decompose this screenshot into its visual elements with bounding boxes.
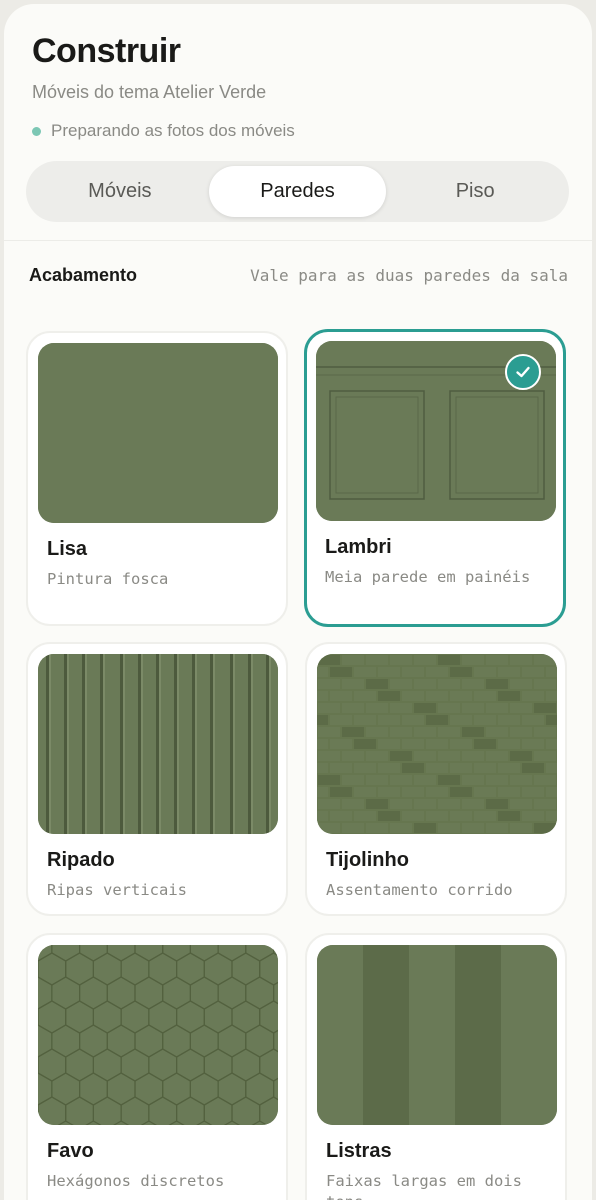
finish-thumbnail-slats	[38, 654, 278, 834]
finish-card-listras[interactable]: Listras Faixas largas em dois tons	[305, 933, 567, 1200]
finish-description: Assentamento corrido	[326, 881, 513, 899]
finish-card-tijolinho[interactable]: Tijolinho Assentamento corrido	[305, 642, 567, 916]
finish-description: Pintura fosca	[47, 570, 169, 588]
finish-card-lambri[interactable]: Lambri Meia parede em painéis	[304, 329, 566, 627]
build-sheet: Construir Móveis do tema Atelier Verde P…	[4, 4, 592, 1200]
finish-description: Meia parede em painéis	[325, 568, 531, 586]
finish-name: Lisa	[47, 538, 88, 560]
finish-description: Hexágonos discretos	[47, 1172, 225, 1190]
finish-thumbnail-plain	[38, 343, 278, 523]
finish-thumbnail-brick	[317, 654, 557, 834]
finish-card-favo[interactable]: Favo Hexágonos discretos	[26, 933, 288, 1200]
check-icon	[505, 354, 541, 390]
finish-name: Favo	[47, 1140, 94, 1162]
finish-card-ripado[interactable]: Ripado Ripas verticais	[26, 642, 288, 916]
finish-thumbnail-stripes	[317, 945, 557, 1125]
page-title: Construir	[32, 32, 181, 70]
tab-paredes[interactable]: Paredes	[208, 166, 387, 217]
finish-name: Ripado	[47, 849, 115, 871]
finish-name: Listras	[326, 1140, 392, 1162]
status-dot-icon	[32, 126, 41, 136]
status-text: Preparando as fotos dos móveis	[51, 121, 295, 140]
loading-status: Preparando as fotos dos móveis	[32, 121, 295, 141]
finish-name: Tijolinho	[326, 849, 409, 871]
tab-piso[interactable]: Piso	[386, 166, 564, 217]
category-tabs: Móveis Paredes Piso	[26, 161, 569, 222]
finish-description: Faixas largas em dois tons	[326, 1172, 522, 1200]
divider	[4, 240, 592, 241]
section-hint: Vale para as duas paredes da sala	[250, 266, 568, 285]
page-subtitle: Móveis do tema Atelier Verde	[32, 82, 267, 102]
finish-card-lisa[interactable]: Lisa Pintura fosca	[26, 331, 288, 626]
finish-thumbnail-hexagon	[38, 945, 278, 1125]
section-label: Acabamento	[29, 265, 138, 285]
finish-description: Ripas verticais	[47, 881, 187, 899]
finish-name: Lambri	[325, 536, 392, 558]
tab-moveis[interactable]: Móveis	[31, 166, 209, 217]
